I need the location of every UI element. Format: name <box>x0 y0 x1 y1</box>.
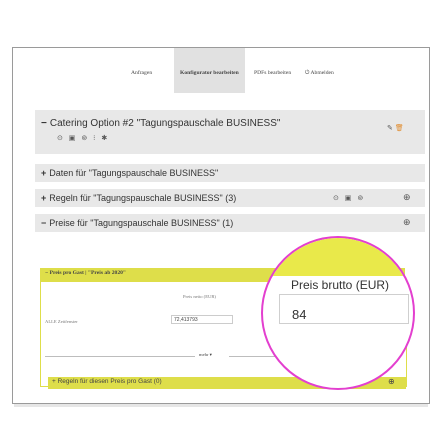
nav-konfigurator[interactable]: Konfigurator bearbeiten <box>174 48 245 93</box>
catering-action-icons[interactable]: ⊙ ▣ ⊚ ⁝ ✱ <box>57 134 109 142</box>
preis-brutto-input[interactable]: 84 <box>279 294 409 324</box>
nav-abmelden[interactable]: ⏻ Abmelden <box>305 48 334 93</box>
daten-label: Daten für "Tagungspauschale BUSINESS" <box>49 168 219 178</box>
regeln-title: + Regeln für "Tagungspauschale BUSINESS" … <box>41 193 236 203</box>
top-navigation: Anfragen Konfigurator bearbeiten PDFs be… <box>13 48 429 93</box>
magnifier-yellow-band <box>263 238 413 276</box>
regeln-action-icons[interactable]: ⊙ ▣ ⊚ <box>333 194 365 202</box>
daten-panel[interactable]: + Daten für "Tagungspauschale BUSINESS" <box>35 164 425 182</box>
preise-title: − Preise für "Tagungspauschale BUSINESS" … <box>41 218 233 228</box>
daten-title: + Daten für "Tagungspauschale BUSINESS" <box>41 168 218 178</box>
edit-and-delete-icons[interactable]: ✎ 🗑 <box>387 124 404 132</box>
regeln-label: Regeln für "Tagungspauschale BUSINESS" (… <box>49 193 237 203</box>
regeln-panel[interactable]: + Regeln für "Tagungspauschale BUSINESS" … <box>35 189 425 207</box>
trash-icon[interactable]: 🗑 <box>395 125 404 132</box>
divider <box>45 356 195 357</box>
zoom-magnifier: Preis brutto (EUR) 84 <box>261 236 415 390</box>
add-circle-icon[interactable]: ⊕ <box>403 217 411 228</box>
add-circle-icon[interactable]: ⊕ <box>403 192 411 203</box>
catering-option-panel: − Catering Option #2 "Tagungspauschale BU… <box>35 110 425 154</box>
add-circle-icon[interactable]: ⊕ <box>388 377 395 386</box>
nav-abmelden-label: Abmelden <box>310 70 334 76</box>
frame-shadow <box>14 404 428 407</box>
expand-icon[interactable]: + <box>41 193 46 203</box>
mehr-toggle[interactable]: mehr ▾ <box>199 352 212 358</box>
preise-label: Preise für "Tagungspauschale BUSINESS" (… <box>49 218 234 228</box>
nav-konfigurator-label: Konfigurator bearbeiten <box>180 70 239 76</box>
preis-netto-label: Preis netto (EUR) <box>183 294 216 299</box>
nav-anfragen[interactable]: Anfragen <box>131 48 152 93</box>
collapse-icon[interactable]: − <box>41 218 46 228</box>
edit-icon[interactable]: ✎ <box>387 125 393 132</box>
collapse-icon[interactable]: − <box>41 118 47 129</box>
preis-brutto-label: Preis brutto (EUR) <box>291 278 390 292</box>
preis-netto-input[interactable]: 72,413793 <box>171 315 233 324</box>
preis-pro-gast-title: − Preis pro Gast | "Preis ab 2020" <box>45 270 127 276</box>
regeln-preis-label: + Regeln für diesen Preis pro Gast (0) <box>52 378 162 385</box>
preise-panel[interactable]: − Preise für "Tagungspauschale BUSINESS" … <box>35 214 425 232</box>
catering-option-label: Catering Option #2 "Tagungspauschale BUS… <box>49 118 281 129</box>
catering-option-title[interactable]: − Catering Option #2 "Tagungspauschale BU… <box>41 118 280 129</box>
nav-pdfs[interactable]: PDFs bearbeiten <box>254 48 291 93</box>
zeitfenster-label: ALLE Zeitfenster <box>45 319 78 324</box>
expand-icon[interactable]: + <box>41 168 46 178</box>
